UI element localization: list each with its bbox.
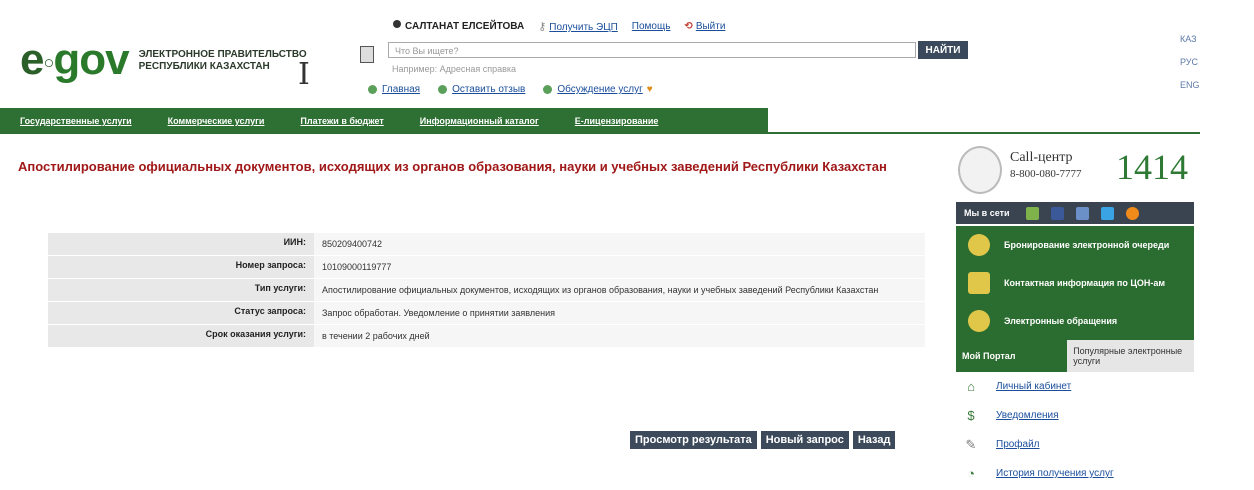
facebook-icon[interactable] <box>1050 206 1064 220</box>
home-icon: ⌂ <box>967 378 975 394</box>
portal-links: ⌂ Личный кабинет $ Уведомления ✎ Профайл… <box>956 372 1194 490</box>
side-link-label: Контактная информация по ЦОН-ам <box>1004 278 1166 288</box>
personal-cabinet-link[interactable]: Личный кабинет <box>996 381 1071 392</box>
table-row: ИИН: 850209400742 <box>48 233 925 256</box>
row-label: ИИН: <box>48 233 314 256</box>
nav-budget-payments[interactable]: Платежи в бюджет <box>300 116 383 126</box>
social-network-icon[interactable] <box>1025 206 1039 220</box>
side-link-contact-info[interactable]: Контактная информация по ЦОН-ам <box>956 264 1194 302</box>
new-request-button[interactable]: Новый запрос <box>760 431 849 449</box>
page-title: Апостилирование официальных документов, … <box>18 159 887 174</box>
logo-gov: gov <box>53 35 129 84</box>
heart-icon: ♥ <box>646 84 653 95</box>
notifications-icon: $ <box>967 407 975 423</box>
row-value: 10109000119777 <box>314 255 925 279</box>
row-label: Срок оказания услуги: <box>48 324 314 348</box>
service-history-link[interactable]: История получения услуг <box>996 468 1114 479</box>
people-icon <box>968 310 990 332</box>
nav-info-catalog[interactable]: Информационный каталог <box>420 116 539 126</box>
user-bar: САЛТАНАТ ЕЛСЕЙТОВА ⚷ Получить ЭЦП Помощь … <box>393 20 725 33</box>
logo-dot: ○ <box>43 52 54 73</box>
list-item: $ Уведомления <box>956 401 1194 430</box>
row-value: в течении 2 рабочих дней <box>314 324 925 348</box>
call-center-label: Call-центр <box>1010 150 1073 165</box>
user-name-label: САЛТАНАТ ЕЛСЕЙТОВА <box>405 21 525 32</box>
lang-rus[interactable]: РУС <box>1180 51 1200 74</box>
row-value: Апостилирование официальных документов, … <box>314 278 925 302</box>
logo-wordmark: e○gov <box>20 35 130 84</box>
user-name: САЛТАНАТ ЕЛСЕЙТОВА <box>393 20 525 32</box>
text-cursor-icon: I <box>298 57 310 92</box>
logo-e: e <box>20 35 45 84</box>
help-link[interactable]: Помощь <box>632 21 671 32</box>
side-link-label: Электронные обращения <box>1004 316 1118 326</box>
home-link[interactable]: Главная <box>382 84 420 95</box>
table-row: Статус запроса: Запрос обработан. Уведом… <box>48 301 925 325</box>
discussion-link[interactable]: Обсуждение услуг <box>557 84 642 95</box>
action-buttons: Просмотр результата Новый запрос Назад <box>630 431 896 449</box>
egov-logo[interactable]: e○gov ЭЛЕКТРОННОЕ ПРАВИТЕЛЬСТВО РЕСПУБЛИ… <box>20 38 339 84</box>
side-link-queue-booking[interactable]: Бронирование электронной очереди <box>956 226 1194 264</box>
table-row: Срок оказания услуги: в течении 2 рабочи… <box>48 324 925 348</box>
phone-icon <box>958 146 1002 194</box>
call-center-short-number: 1414 <box>1116 147 1188 187</box>
portal-tabs: Мой Портал Популярные электронные услуги <box>956 340 1194 372</box>
side-link-e-appeals[interactable]: Электронные обращения <box>956 302 1194 340</box>
user-icon <box>393 20 401 29</box>
key-icon: ⚷ <box>538 21 547 33</box>
home-icon <box>368 84 377 94</box>
row-value: 850209400742 <box>314 233 925 256</box>
row-label: Тип услуги: <box>48 278 314 302</box>
lang-kaz[interactable]: КАЗ <box>1180 28 1200 51</box>
list-item: ✎ Профайл <box>956 430 1194 459</box>
table-row: Тип услуги: Апостилирование официальных … <box>48 278 925 302</box>
side-link-label: Бронирование электронной очереди <box>1004 240 1170 250</box>
profile-link[interactable]: Профайл <box>996 439 1040 450</box>
feedback-icon <box>438 84 448 94</box>
social-bar: Мы в сети <box>956 202 1194 224</box>
discussion-icon <box>543 84 553 94</box>
lang-eng[interactable]: ENG <box>1180 74 1200 97</box>
call-center-phone: 8-800-080-7777 <box>1010 168 1082 180</box>
people-icon <box>968 234 990 256</box>
tab-popular-services[interactable]: Популярные электронные услуги <box>1067 340 1194 372</box>
call-center-banner[interactable]: Call-центр 8-800-080-7777 1414 <box>958 146 1194 194</box>
row-label: Номер запроса: <box>48 255 314 279</box>
request-info-table: ИИН: 850209400742 Номер запроса: 1010900… <box>48 233 925 348</box>
nav-e-licensing[interactable]: Е-лицензирование <box>575 116 659 126</box>
main-nav: Государственные услуги Коммерческие услу… <box>0 108 768 134</box>
logout-icon: ⟲ <box>684 21 693 32</box>
list-item: ◔ История получения услуг <box>956 459 1194 488</box>
view-result-button[interactable]: Просмотр результата <box>630 431 757 449</box>
quick-links: Главная Оставить отзыв Обсуждение услуг ♥ <box>368 84 653 95</box>
feedback-link[interactable]: Оставить отзыв <box>452 84 525 95</box>
back-button[interactable]: Назад <box>852 431 896 449</box>
search-button[interactable]: НАЙТИ <box>918 41 968 59</box>
row-value: Запрос обработан. Уведомление о принятии… <box>314 301 925 325</box>
twitter-icon[interactable] <box>1100 206 1114 220</box>
mail-icon[interactable] <box>1125 206 1139 220</box>
notebook-icon <box>968 272 990 294</box>
row-label: Статус запроса: <box>48 301 314 325</box>
history-icon: ◔ <box>967 465 975 481</box>
list-item: ⌂ Личный кабинет <box>956 372 1194 401</box>
nav-commercial-services[interactable]: Коммерческие услуги <box>168 116 265 126</box>
tab-my-portal[interactable]: Мой Портал <box>956 340 1068 372</box>
document-icon[interactable] <box>360 46 374 63</box>
notifications-link[interactable]: Уведомления <box>996 410 1059 421</box>
pencil-icon: ✎ <box>965 436 977 452</box>
nav-gov-services[interactable]: Государственные услуги <box>20 116 132 126</box>
social-label: Мы в сети <box>964 208 1010 218</box>
get-eds-link[interactable]: Получить ЭЦП <box>549 22 618 33</box>
table-row: Номер запроса: 10109000119777 <box>48 255 925 279</box>
logout-link[interactable]: Выйти <box>696 21 726 32</box>
language-switcher: КАЗ РУС ENG <box>1180 28 1200 97</box>
nav-divider <box>768 132 1200 134</box>
search-input[interactable]: Что Вы ищете? <box>388 42 916 58</box>
search-hint: Например: Адресная справка <box>392 64 517 74</box>
vkontakte-icon[interactable] <box>1075 206 1089 220</box>
